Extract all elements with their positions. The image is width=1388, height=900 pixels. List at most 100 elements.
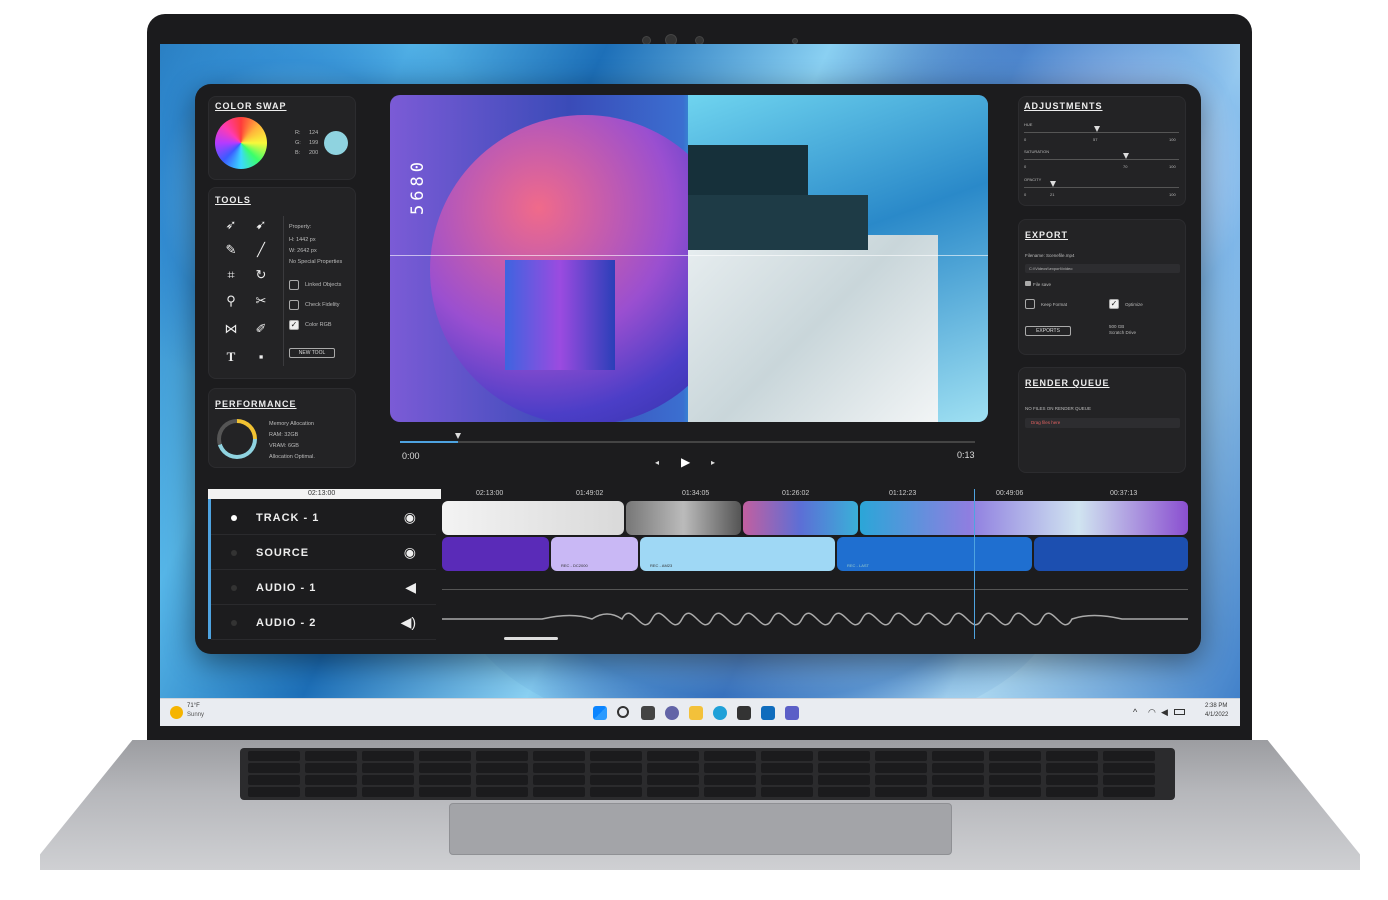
video-clip[interactable] [442, 501, 624, 535]
touchpad[interactable] [449, 803, 952, 855]
keyboard-key [875, 775, 927, 785]
drop-zone[interactable]: Drag files here [1025, 418, 1180, 428]
opacity-thumb[interactable] [1050, 181, 1056, 187]
video-clip[interactable] [743, 501, 858, 535]
track-row-source[interactable]: SOURCE ◉ [211, 536, 436, 570]
start-icon[interactable] [593, 706, 607, 720]
timecode: 00:49:06 [996, 490, 1024, 497]
chevron-up-icon[interactable]: ^ [1133, 707, 1137, 717]
outlook-icon[interactable] [761, 706, 775, 720]
speaker-loud-icon[interactable]: ◀) [401, 614, 416, 631]
source-clip[interactable] [1034, 537, 1188, 571]
color-swatch[interactable] [324, 131, 348, 155]
timecode: 01:49:02 [576, 490, 604, 497]
direct-select-icon[interactable]: ➹ [254, 218, 268, 232]
file-explorer-icon[interactable] [689, 706, 703, 720]
edge-icon[interactable] [713, 706, 727, 720]
video-clip[interactable] [626, 501, 741, 535]
r-label: R: [295, 130, 301, 136]
laptop-screen: COLOR SWAP R: 124 G: 199 B: 200 TOOLS ➶ … [160, 44, 1240, 726]
dropper-icon[interactable]: ✐ [254, 322, 268, 336]
saturation-value: 70 [1123, 164, 1128, 169]
zoom-icon[interactable]: ⚲ [224, 294, 238, 308]
opacity-slider[interactable] [1024, 187, 1179, 188]
source-clip[interactable]: REC - AM23 [640, 537, 835, 571]
track-row-audio-2[interactable]: AUDIO - 2 ◀) [211, 606, 436, 640]
scissors-icon[interactable]: ✂ [254, 294, 268, 308]
keyboard-key [647, 787, 699, 797]
hue-slider[interactable] [1024, 132, 1179, 133]
g-label: G: [295, 140, 301, 146]
search-icon[interactable] [617, 706, 629, 718]
keyboard-key [590, 787, 642, 797]
optimize-checkbox[interactable]: ✓ [1109, 299, 1119, 309]
track-row-1[interactable]: TRACK - 1 ◉ [211, 501, 436, 535]
rewind-icon[interactable]: ◂ [655, 458, 659, 467]
teams-icon[interactable] [785, 706, 799, 720]
forward-icon[interactable]: ▸ [711, 458, 715, 467]
weather-desc[interactable]: Sunny [187, 712, 204, 718]
video-clip[interactable] [860, 501, 1188, 535]
render-queue-title: RENDER QUEUE [1025, 378, 1110, 388]
video-preview[interactable]: 5680 [390, 95, 988, 422]
text-tool-icon[interactable]: T [224, 350, 238, 364]
color-rgb-checkbox[interactable]: ✓ [289, 320, 299, 330]
keyboard-key [362, 763, 414, 773]
speaker-icon[interactable]: ◀ [405, 579, 416, 596]
crop-icon[interactable]: ⌗ [224, 268, 238, 282]
sun-icon[interactable] [170, 706, 183, 719]
wifi-icon[interactable]: ◠ [1148, 707, 1156, 718]
keyboard-key [761, 787, 813, 797]
source-clip[interactable] [442, 537, 549, 571]
task-view-icon[interactable] [641, 706, 655, 720]
vram-value: VRAM: 6GB [269, 443, 299, 449]
weather-temp[interactable]: 71°F [187, 703, 200, 709]
chat-icon[interactable] [665, 706, 679, 720]
timeline-scrollbar[interactable] [504, 637, 558, 640]
battery-icon[interactable] [1174, 709, 1185, 715]
play-icon[interactable]: ▶ [681, 455, 690, 469]
clock-time[interactable]: 2:38 PM [1205, 703, 1227, 709]
clock-date[interactable]: 4/1/2022 [1205, 712, 1228, 718]
check-fidelity-checkbox[interactable] [289, 300, 299, 310]
folder-icon[interactable] [1025, 281, 1031, 286]
select-arrow-icon[interactable]: ➶ [224, 218, 238, 232]
keyboard-key [248, 763, 300, 773]
color-wheel[interactable] [215, 117, 267, 169]
keyboard-key [419, 751, 471, 761]
scrub-handle[interactable] [454, 433, 461, 439]
brush-icon[interactable]: ╱ [254, 243, 268, 257]
shape-tool-icon[interactable]: ▪ [254, 350, 268, 364]
link-icon[interactable]: ∞ [289, 280, 299, 290]
store-icon[interactable] [737, 706, 751, 720]
rotate-icon[interactable]: ↻ [254, 268, 268, 282]
hue-thumb[interactable] [1094, 126, 1100, 132]
tools-divider [283, 216, 284, 366]
keyboard-key [761, 775, 813, 785]
keep-format-checkbox[interactable] [1025, 299, 1035, 309]
keyboard-key [818, 775, 870, 785]
keyboard-key [419, 787, 471, 797]
playhead[interactable] [974, 489, 975, 639]
keyboard-key [1103, 787, 1155, 797]
path-input[interactable]: C:\\Videos\\export\\video [1025, 264, 1180, 273]
track-row-audio-1[interactable]: AUDIO - 1 ◀ [211, 571, 436, 605]
new-tool-button[interactable]: NEW TOOL [289, 348, 335, 358]
scrub-bar[interactable] [400, 441, 975, 443]
audio-2-waveform[interactable] [442, 604, 1188, 634]
mirror-icon[interactable]: ⋈ [224, 322, 238, 336]
saturation-thumb[interactable] [1123, 153, 1129, 159]
source-clip[interactable]: REC - LAST [837, 537, 1032, 571]
file-save-label[interactable]: File save [1033, 282, 1051, 287]
hue-value: 57 [1093, 137, 1098, 142]
memory-allocation-label: Memory Allocation [269, 421, 314, 427]
keyboard-key [704, 787, 756, 797]
saturation-slider[interactable] [1024, 159, 1179, 160]
keyboard-key [1103, 763, 1155, 773]
source-clip[interactable]: REC - DC2000 [551, 537, 638, 571]
export-button[interactable]: EXPORTS [1025, 326, 1071, 336]
eye-icon[interactable]: ◉ [404, 544, 416, 561]
eye-icon[interactable]: ◉ [404, 509, 416, 526]
volume-icon[interactable]: ◀ [1161, 707, 1168, 718]
pen-icon[interactable]: ✎ [224, 243, 238, 257]
